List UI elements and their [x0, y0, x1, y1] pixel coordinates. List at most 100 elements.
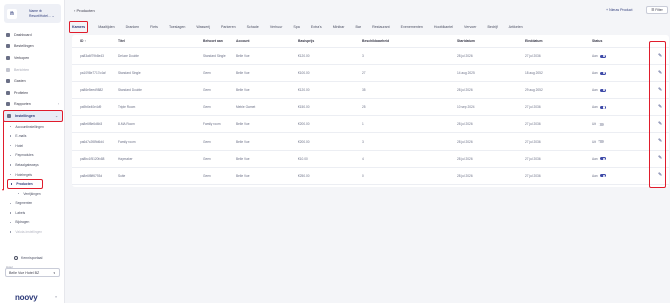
submenu-item[interactable]: Hotelregels	[7, 170, 63, 180]
tab-item[interactable]: Maaltijden	[97, 23, 115, 31]
status-toggle[interactable]	[599, 88, 606, 92]
status-toggle[interactable]	[599, 71, 606, 75]
cell-account: Belle Vue	[236, 71, 250, 76]
sidebar-item-dashboard[interactable]: Dashboard	[3, 29, 63, 41]
cell-end: 27 jul 2036	[525, 122, 541, 127]
tab-item[interactable]: Schade	[246, 23, 260, 31]
sidebar-item-profiles[interactable]: Profielen	[3, 87, 63, 99]
cell-account: Belle Vue	[236, 122, 250, 127]
tab-item[interactable]: Toeslagen	[168, 23, 186, 31]
column-header[interactable]: Status	[592, 39, 602, 43]
bullet-icon	[10, 212, 12, 214]
column-header[interactable]: Titel	[118, 39, 125, 43]
table-row[interactable]: pa6d7c2f89d6d4 Family room Geen Belle Vue €2…	[72, 133, 669, 151]
sidebar-item-orders[interactable]: Bestellingen	[3, 41, 63, 53]
sidebar-item-sales[interactable]: Verkopen	[3, 52, 63, 64]
submenu-item[interactable]: Segmenten	[7, 199, 63, 209]
cell-end: 27 jul 2036	[525, 156, 541, 161]
help-link[interactable]: Kennisportaal	[14, 256, 42, 260]
submenu-item-label: Hotelregels	[15, 172, 33, 177]
table-row[interactable]: pa83a6f79b8e43 Deluxe Double Standard Sing…	[72, 48, 669, 66]
sidebar-item-label: Instellingen	[15, 113, 35, 118]
account-switcher[interactable]: n Name ⊕ Resort/Hotel... ⌄	[4, 4, 61, 23]
column-header[interactable]: Behoort aan	[203, 39, 223, 43]
collapse-sidebar-icon[interactable]: «	[55, 294, 57, 299]
sidebar-item-messages[interactable]: Berichten	[3, 64, 63, 76]
table-row[interactable]: pa8bc1f5120fc88 Haymaker Geen Belle Vue €10.…	[72, 151, 669, 168]
sidebar-item-label: Gasten	[14, 79, 26, 84]
column-header[interactable]: Beschikbaarheid	[362, 39, 389, 43]
cell-id: pa83a6f79b8e43	[80, 54, 104, 59]
status-toggle[interactable]	[597, 140, 604, 144]
submenu-item[interactable]: Bijdragen	[7, 218, 63, 228]
cell-belongs: Geen	[203, 156, 211, 161]
submenu-item[interactable]: Producten	[7, 179, 43, 189]
tab-item[interactable]: Fiets	[149, 23, 159, 31]
status-toggle[interactable]	[597, 123, 604, 127]
breadcrumb[interactable]: ‹ Producten	[74, 8, 95, 13]
cell-belongs: Geen	[203, 105, 211, 110]
status-toggle[interactable]	[599, 174, 606, 178]
submenu-item-label: Paymodules	[15, 153, 34, 158]
status-label: Aan	[592, 71, 598, 76]
tab-item[interactable]: Dranken	[125, 23, 141, 31]
cell-status: Uit	[592, 140, 604, 144]
tab-item[interactable]: Parkeren	[220, 23, 237, 31]
status-toggle[interactable]	[599, 54, 606, 58]
tab-item[interactable]: Minibar	[332, 23, 346, 31]
submenu-item[interactable]: Betaalgateways	[7, 160, 63, 170]
submenu-item[interactable]: Verrijkingen	[7, 189, 63, 199]
bullet-icon	[10, 231, 12, 233]
submenu-item[interactable]: E-mails	[7, 131, 63, 141]
table-row[interactable]: pa8e6f8ff6793d Suite Geen Belle Vue €250.00 0…	[72, 168, 669, 185]
tab-item[interactable]: Bedrijf	[486, 23, 498, 31]
hotel-value: Belle Vue Hotel BZ	[9, 270, 40, 275]
submenu-item[interactable]: Accountinstellingen	[7, 122, 63, 132]
sidebar-item-settings[interactable]: Instellingen ⌄	[3, 110, 63, 122]
cell-id: pa8e6f8ff6793d	[80, 173, 103, 178]
cell-account: Meble Garnet	[236, 105, 256, 110]
tab-item[interactable]: Restaurant	[371, 23, 391, 31]
column-header[interactable]: Basisprijs	[298, 39, 314, 43]
cell-price: €100.00	[298, 71, 310, 76]
account-sub: Resort/Hotel... ⌄	[29, 13, 55, 18]
submenu-item[interactable]: Labels	[7, 208, 63, 218]
column-header[interactable]: Einddatum	[525, 39, 543, 43]
table-row[interactable]: pa9b6e40e4d9 Triple Room Geen Meble Garnet €…	[72, 99, 669, 117]
new-product-button[interactable]: + Nieuw Product	[606, 8, 632, 12]
cell-end: 27 jul 2036	[525, 105, 541, 110]
table-row[interactable]: pa1098e7717c4af Standard Single Geen Belle …	[72, 65, 669, 83]
table-row[interactable]: pa8e6f8e6d6b3 8-MA Room Family room Belle V…	[72, 116, 669, 134]
status-toggle[interactable]	[599, 157, 606, 161]
submenu-item-label: Betaalgateways	[15, 162, 39, 167]
column-header[interactable]: Account	[236, 39, 250, 43]
tab-item[interactable]: Wasserij	[195, 23, 211, 31]
tab-item[interactable]: Vervoer	[463, 23, 477, 31]
submenu-item[interactable]: Valuta-instellingen	[7, 227, 63, 237]
help-label: Kennisportaal	[21, 256, 43, 260]
table-row[interactable]: pa86e5eed9882 Standard Double Geen Belle Vu…	[72, 82, 669, 100]
tab-item[interactable]: Extra's	[310, 23, 323, 31]
submenu-item[interactable]: Hotel	[7, 141, 63, 151]
cell-account: Belle Vue	[236, 139, 250, 144]
tab-item[interactable]: Hoofdkantel	[433, 23, 454, 31]
cell-title: Suite	[118, 173, 126, 178]
filter-button[interactable]: ☰ Filter	[646, 6, 668, 14]
tab-item[interactable]: Evenementen	[400, 23, 424, 31]
sidebar-item-guests[interactable]: Gasten	[3, 75, 63, 87]
guests-icon	[6, 79, 10, 84]
sidebar-item-reports[interactable]: Rapporten ›	[3, 99, 63, 111]
tab-item[interactable]: Spa	[292, 23, 300, 31]
tab-item[interactable]: Artikelen	[508, 23, 524, 31]
tab-item[interactable]: Verhuur	[269, 23, 284, 31]
tab-item[interactable]: Kamers	[69, 20, 89, 33]
column-header[interactable]: Startdatum	[457, 39, 475, 43]
hotel-select[interactable]: Belle Vue Hotel BZ ▾	[5, 268, 60, 277]
cell-status: Aan	[592, 88, 606, 92]
column-header[interactable]: ID ↑	[80, 39, 86, 43]
status-label: Uit	[592, 122, 596, 127]
status-toggle[interactable]	[599, 105, 606, 109]
tab-item[interactable]: Bar	[354, 23, 362, 31]
submenu-item[interactable]: Paymodules	[7, 151, 63, 161]
edit-column-highlight	[649, 41, 666, 188]
